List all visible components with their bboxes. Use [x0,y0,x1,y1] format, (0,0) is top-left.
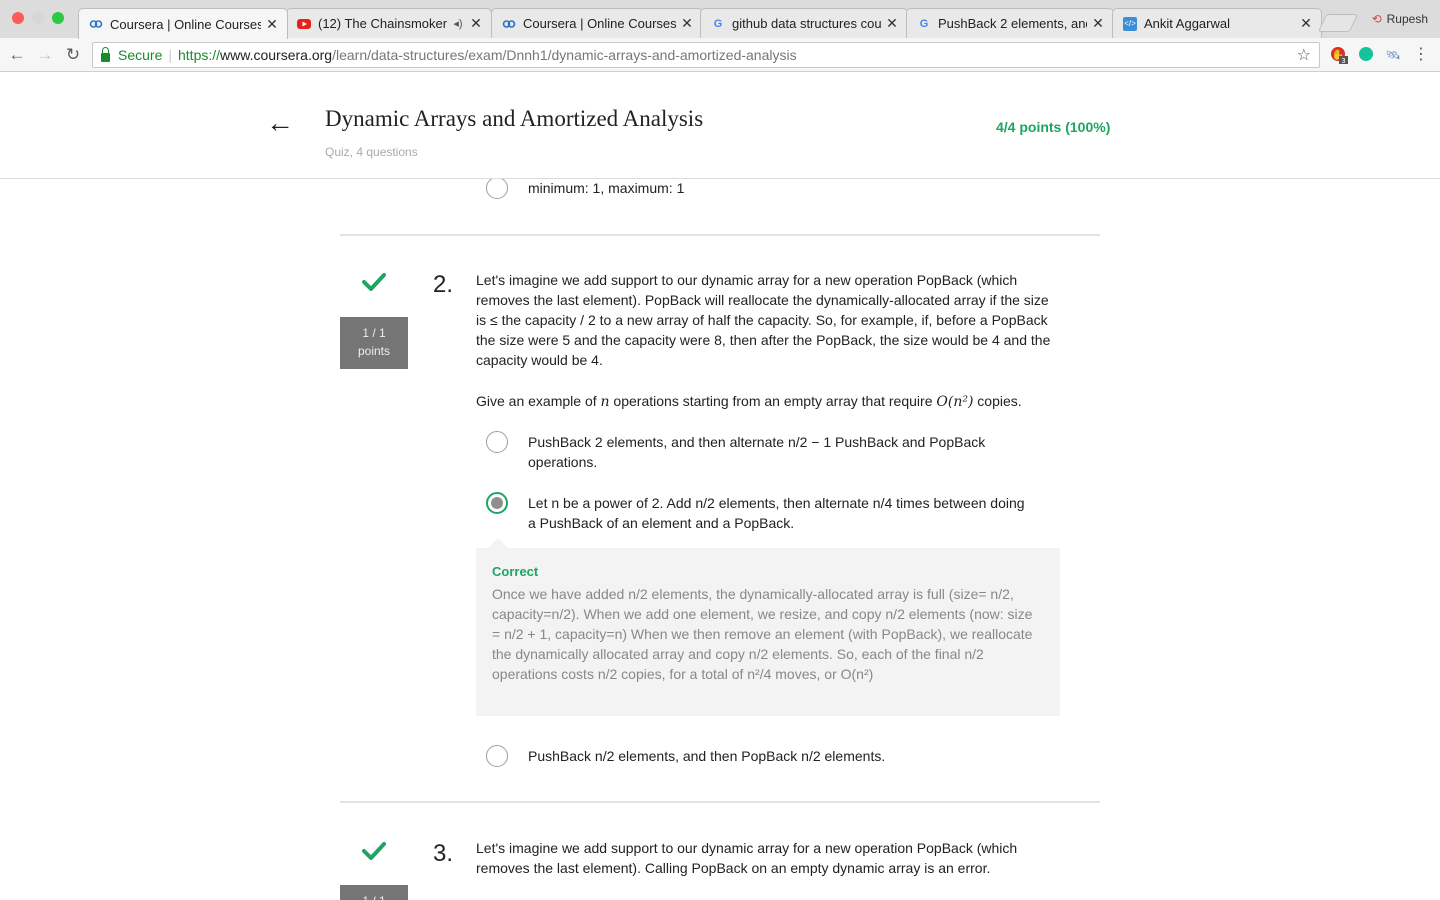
tab-title: github data structures cou [732,16,881,31]
tab-title: PushBack 2 elements, and [938,16,1087,31]
page-title: Dynamic Arrays and Amortized Analysis [325,106,704,131]
lock-icon [101,46,110,62]
close-tab-icon[interactable]: ✕ [680,15,694,32]
menu-kebab-icon[interactable]: ⋮ [1412,46,1430,64]
browser-tab[interactable]: Coursera | Online Courses ✕ [78,8,288,39]
browser-tab[interactable]: </> Ankit Aggarwal ✕ [1112,8,1322,38]
points-value: 1 / 1 [340,892,408,900]
secure-label: Secure [118,47,163,63]
question-text: Let's imagine we add support to our dyna… [476,840,1018,876]
question-prompt: Give an example of n operations starting… [476,391,1076,412]
close-tab-icon[interactable]: ✕ [885,15,899,32]
code-icon: </> [1123,16,1137,31]
option-radio-selected[interactable] [486,492,508,514]
quiz-content: minimum: 1, maximum: 1 1 / 1 points 2. L… [0,179,1440,900]
prompt-before: Give an example of [476,393,601,409]
tab-strip: Coursera | Online Courses ✕ (12) The Cha… [0,0,1440,39]
prompt-math: O(n²) [936,394,974,410]
extension-adblock-icon[interactable]: ✋ 3 [1330,46,1348,65]
extension-badge: 3 [1341,57,1345,64]
browser-tab[interactable]: G github data structures cou ✕ [700,8,908,38]
points-label: points [357,344,391,358]
coursera-icon [89,17,103,31]
tab-title: (12) The Chainsmokers [318,16,447,31]
extension-grammarly-icon[interactable] [1357,46,1375,64]
option-text: Let n be a power of 2. Add n/2 elements,… [528,495,1025,531]
browser-tab[interactable]: (12) The Chainsmokers ◂) ✕ [286,8,492,38]
question-divider [340,234,1100,236]
profile-name: Rupesh [1386,12,1428,26]
question-number: 2. [433,271,454,298]
option-radio[interactable] [486,745,508,767]
feedback-text: Once we have added n/2 elements, the dyn… [492,586,1033,682]
url-separator: | [168,47,172,63]
address-bar[interactable]: Secure | https://www.coursera.org/learn/… [92,42,1320,68]
close-tab-icon[interactable]: ✕ [265,16,279,33]
forward-nav-icon[interactable]: → [34,44,56,66]
points-badge: 1 / 1 [340,885,408,900]
back-nav-icon[interactable]: ← [6,44,28,66]
prompt-var: n [600,394,610,410]
question-number: 3. [433,840,454,867]
extension-satellite-icon[interactable]: 🛰 [1384,46,1402,64]
url-scheme: https:// [178,47,221,63]
question-divider [340,801,1100,803]
back-arrow-icon[interactable]: ← [266,107,294,139]
checkmark-icon [362,842,386,860]
speaker-icon[interactable]: ◂) [451,17,465,31]
tab-title: Coursera | Online Courses [110,16,261,32]
close-tab-icon[interactable]: ✕ [1091,15,1105,32]
maximize-window-button[interactable] [52,12,64,24]
tab-title: Ankit Aggarwal [1144,16,1230,31]
reload-icon[interactable]: ↻ [62,44,84,66]
coursera-icon [502,17,516,31]
google-icon: G [919,17,929,30]
tab-title: Coursera | Online Courses [523,16,676,31]
close-tab-icon[interactable]: ✕ [1299,15,1313,32]
quiz-subtitle: Quiz, 4 questions [325,145,418,159]
google-icon: G [713,17,723,30]
bookmark-star-icon[interactable]: ☆ [1297,45,1311,65]
score-label: 4/4 points (100%) [996,119,1111,135]
minimize-window-button[interactable] [32,12,44,24]
quiz-header: ← Dynamic Arrays and Amortized Analysis … [0,73,1440,179]
option-text: PushBack n/2 elements, and then PopBack … [528,748,886,764]
close-tab-icon[interactable]: ✕ [469,15,483,32]
points-badge: 1 / 1 points [340,317,408,369]
points-value: 1 / 1 [362,326,386,340]
option-text: PushBack 2 elements, and then alternate … [528,434,986,470]
url-host: www.coursera.org [220,47,333,63]
browser-tab[interactable]: Coursera | Online Courses ✕ [491,8,703,38]
question-text: Let's imagine we add support to our dyna… [476,272,1051,368]
profile-button[interactable]: ⟲ Rupesh [1372,12,1428,26]
feedback-label: Correct [492,564,539,579]
option-radio[interactable] [486,179,508,199]
option-radio[interactable] [486,431,508,453]
feedback-panel: Correct Once we have added n/2 elements,… [476,538,1060,716]
youtube-icon [297,17,311,31]
sync-error-icon: ⟲ [1371,12,1382,26]
new-tab-button[interactable] [1317,14,1359,32]
prompt-middle: operations starting from an empty array … [609,393,937,409]
prompt-after: copies. [973,393,1022,409]
browser-toolbar: ← → ↻ Secure | https://www.coursera.org /… [0,38,1440,72]
close-window-button[interactable] [12,12,24,24]
url-path: /learn/data-structures/exam/Dnnh1/dynami… [332,47,797,63]
option-text: minimum: 1, maximum: 1 [528,180,685,196]
browser-tab[interactable]: G PushBack 2 elements, and ✕ [906,8,1114,38]
checkmark-icon [362,273,386,291]
